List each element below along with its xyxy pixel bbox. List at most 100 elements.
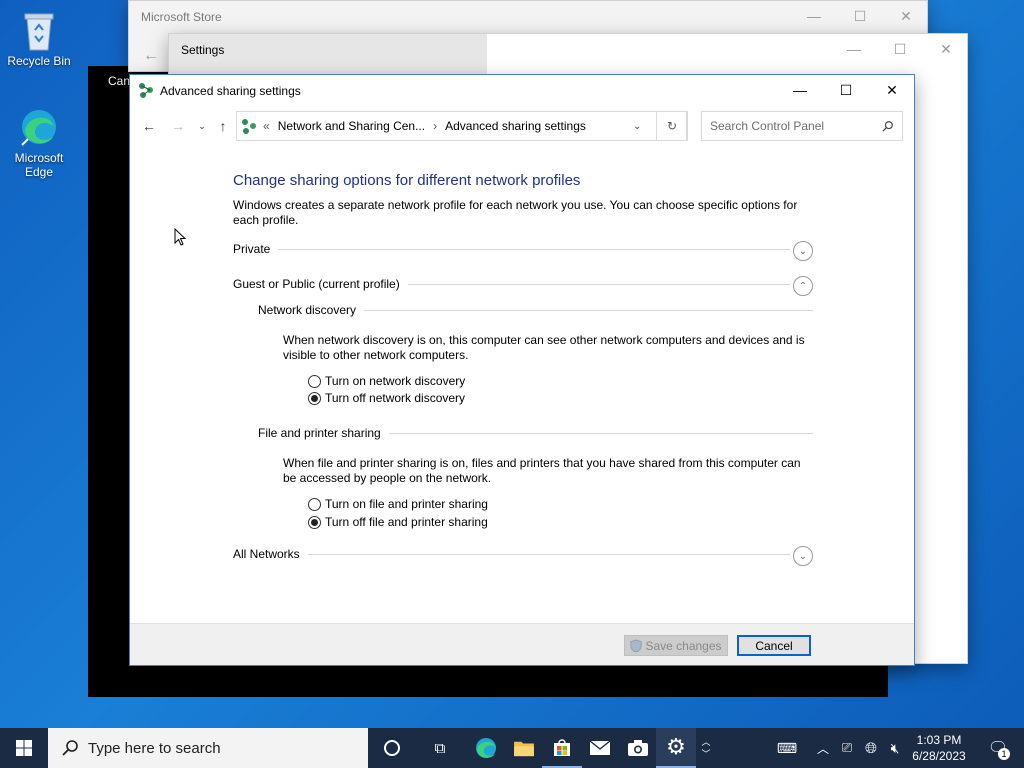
recent-locations-dropdown[interactable]: ⌄ (192, 115, 212, 137)
network-icon (139, 83, 153, 98)
search-placeholder: Search Control Panel (710, 119, 825, 133)
radio-button[interactable] (308, 515, 321, 529)
mail-icon (589, 740, 611, 755)
radio-button[interactable] (308, 374, 321, 388)
keyboard-icon: ⌨ (776, 739, 798, 756)
camera-icon (628, 740, 648, 756)
maximize-button[interactable]: ☐ (837, 1, 883, 31)
action-center-button[interactable]: 🗨︎ 1 (978, 728, 1018, 768)
intro-text: Windows creates a separate network profi… (233, 198, 798, 227)
task-view-icon: ⧉ (434, 739, 446, 757)
edge-icon (476, 738, 496, 758)
address-dropdown-icon[interactable]: ⌄ (633, 121, 641, 132)
window-title: Microsoft Store (141, 10, 222, 24)
search-icon (882, 121, 893, 132)
radio-turn-off-file-sharing[interactable]: Turn off file and printer sharing (308, 515, 488, 529)
radio-button[interactable] (308, 391, 321, 405)
close-button[interactable]: ✕ (883, 1, 929, 31)
cortana-button[interactable] (372, 728, 412, 768)
breadcrumb-overflow[interactable]: « (263, 119, 270, 133)
notification-badge: 1 (998, 748, 1010, 760)
network-tray-button[interactable]: 🌐︎ (860, 728, 882, 768)
search-icon (62, 740, 78, 756)
breadcrumb-advanced-sharing[interactable]: Advanced sharing settings (445, 119, 586, 133)
volume-tray-button[interactable]: 🔇︎ (884, 728, 906, 768)
section-label: Private (233, 242, 271, 256)
window-title: Advanced sharing settings (160, 84, 301, 98)
desktop-icon-recycle-bin[interactable]: Recycle Bin (3, 8, 75, 68)
desktop-icon-label: Recycle Bin (7, 54, 71, 68)
taskbar-edge[interactable] (466, 728, 506, 768)
button-label: Save changes (645, 638, 722, 653)
touch-keyboard-button[interactable]: ⌨ (772, 728, 802, 768)
shield-icon (630, 639, 643, 652)
back-arrow-icon[interactable]: ← (143, 47, 159, 65)
refresh-icon: ↻ (666, 119, 678, 133)
chevron-down-icon: ﹀ (701, 749, 711, 759)
radio-turn-on-network-discovery[interactable]: Turn on network discovery (308, 374, 465, 388)
task-view-button[interactable]: ⧉ (420, 728, 460, 768)
window-title: Settings (181, 43, 225, 57)
taskbar-search-box[interactable]: Type here to search (48, 728, 368, 768)
clock-date: 6/28/2023 (912, 749, 966, 763)
forward-button[interactable]: → (168, 115, 188, 137)
radio-label: Turn off file and printer sharing (325, 515, 488, 529)
cancel-button[interactable]: Cancel (737, 635, 811, 656)
taskbar-file-explorer[interactable] (504, 728, 544, 768)
taskbar-mail[interactable] (580, 728, 620, 768)
back-button[interactable]: ← (139, 115, 159, 137)
minimize-button[interactable]: — (831, 34, 877, 64)
advanced-sharing-settings-window[interactable]: Advanced sharing settings — ☐ ✕ ← → ⌄ ↑ … (129, 74, 915, 666)
globe-icon: 🌐︎ (864, 739, 877, 757)
gear-icon: ⚙ (666, 734, 686, 759)
file-sharing-desc: When file and printer sharing is on, fil… (283, 456, 801, 485)
desktop-icon-edge[interactable]: Microsoft Edge (3, 105, 75, 179)
radio-button[interactable] (308, 497, 321, 511)
section-all-networks[interactable]: All Networks (233, 547, 790, 561)
save-changes-button[interactable]: Save changes (624, 635, 728, 656)
taskbar: Type here to search ⧉ ⚙ ︿ ﹀ ⌨ ︿ ⎚ 🌐︎ 🔇︎ … (0, 728, 1024, 768)
minimize-button[interactable]: — (777, 75, 823, 105)
button-label: Cancel (755, 638, 793, 653)
chevron-up-icon: ︿ (816, 741, 829, 756)
speaker-muted-icon: 🔇︎ (890, 739, 900, 756)
taskbar-scroll-arrows[interactable]: ︿ ﹀ (698, 728, 714, 768)
subsection-network-discovery: Network discovery (258, 303, 813, 317)
breadcrumb-network-sharing-center[interactable]: Network and Sharing Cen... (278, 119, 425, 133)
radio-label: Turn on network discovery (325, 374, 466, 388)
maximize-button[interactable]: ☐ (823, 75, 869, 105)
taskbar-search-placeholder: Type here to search (88, 739, 221, 757)
close-button[interactable]: ✕ (869, 75, 915, 105)
meet-now-button[interactable]: ⎚ (836, 728, 858, 768)
edge-icon (21, 110, 56, 146)
close-button[interactable]: ✕ (923, 34, 969, 64)
maximize-button[interactable]: ☐ (877, 34, 923, 64)
taskbar-microsoft-store[interactable] (542, 728, 582, 768)
refresh-button[interactable]: ↻ (656, 111, 688, 141)
search-input[interactable]: Search Control Panel (701, 111, 903, 141)
radio-turn-on-file-sharing[interactable]: Turn on file and printer sharing (308, 497, 488, 511)
show-hidden-icons-button[interactable]: ︿ (812, 728, 834, 768)
up-button[interactable]: ↑ (213, 115, 233, 137)
desktop-icon-label: Microsoft Edge (14, 151, 64, 179)
section-private[interactable]: Private (233, 242, 790, 256)
taskbar-camera[interactable] (618, 728, 658, 768)
radio-turn-off-network-discovery[interactable]: Turn off network discovery (308, 391, 465, 405)
black-window-title: Can (108, 74, 131, 88)
clock[interactable]: 1:03 PM 6/28/2023 (906, 728, 972, 768)
taskbar-settings[interactable]: ⚙ (656, 728, 696, 768)
mouse-cursor-icon (174, 228, 186, 246)
collapse-guest-chevron-icon[interactable]: ⌃ (793, 276, 813, 296)
radio-label: Turn off network discovery (325, 391, 466, 405)
dialog-footer: Save changes Cancel (130, 623, 914, 665)
expand-private-chevron-icon[interactable]: ⌄ (793, 241, 813, 261)
radio-label: Turn on file and printer sharing (325, 497, 488, 511)
subsection-label: File and printer sharing (258, 426, 381, 440)
address-bar[interactable]: « Network and Sharing Cen... › Advanced … (236, 111, 687, 141)
minimize-button[interactable]: — (791, 1, 837, 31)
navigation-bar: ← → ⌄ ↑ « Network and Sharing Cen... › A… (130, 111, 914, 141)
section-guest-public[interactable]: Guest or Public (current profile) (233, 277, 790, 291)
expand-all-networks-chevron-icon[interactable]: ⌄ (793, 546, 813, 566)
page-heading: Change sharing options for different net… (233, 172, 581, 189)
start-button[interactable] (0, 728, 48, 768)
